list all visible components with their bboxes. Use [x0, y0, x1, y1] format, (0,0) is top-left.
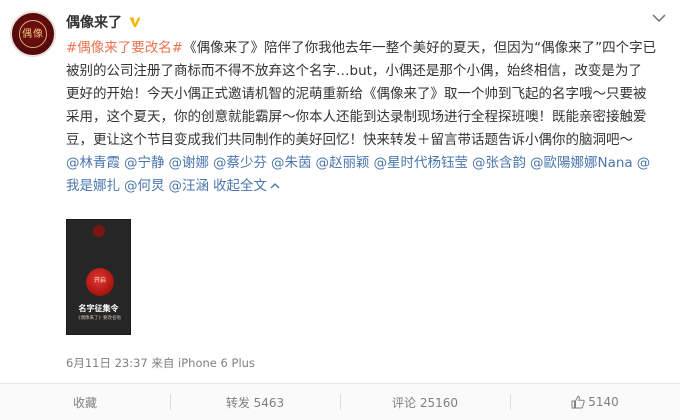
mention-link[interactable]: @汪涵 — [169, 178, 210, 194]
seal-text: 开启 — [93, 277, 106, 284]
mentions-line: @林青霞 @宁静 @谢娜 @蔡少芬 @朱茵 @赵丽颖 @星时代杨钰莹 @张含韵 @歐陽娜娜Nan… — [66, 152, 672, 175]
mention-link[interactable]: @ — [637, 155, 651, 171]
collapse-label: 收起全文 — [213, 178, 267, 194]
poster-badge-icon — [93, 225, 105, 237]
user-name[interactable]: 偶像来了 — [66, 12, 122, 32]
favorite-label: 收藏 — [72, 395, 97, 410]
thumbs-up-icon — [571, 395, 585, 409]
name-row: 偶像来了 — [66, 11, 142, 33]
action-bar: 收藏 转发 5463 评论 25160 5140 — [0, 383, 680, 420]
content-line: #偶像来了要改名#《偶像来了》陪伴了你我他去年一整个美好的夏天，但因为“偶像来了… — [66, 37, 672, 60]
avatar[interactable]: 偶像 — [10, 11, 56, 57]
mention-link[interactable]: 我是娜扎 — [66, 178, 120, 194]
repost-label: 转发 5463 — [225, 395, 285, 410]
like-button[interactable]: 5140 — [510, 384, 680, 420]
mention-link[interactable]: @何炅 — [124, 178, 165, 194]
collapse-link[interactable]: 收起全文 — [213, 178, 280, 194]
mention-link[interactable]: @朱茵 — [271, 155, 312, 171]
mention-link[interactable]: @歐陽娜娜Nana — [530, 155, 633, 171]
mention-link[interactable]: @星时代杨钰莹 — [374, 155, 469, 171]
content-line: 豆，更让这个节目变成我们共同制作的美好回忆！快来转发＋留言带话题告诉小偶你的脑洞… — [66, 132, 633, 148]
poster-title: 名字征集令 — [78, 304, 119, 313]
post-meta[interactable]: 6月11日 23:37 来自 iPhone 6 Plus — [66, 355, 255, 371]
chevron-up-icon — [270, 183, 280, 189]
like-count: 5140 — [588, 395, 619, 409]
content-text: 《偶像来了》陪伴了你我他去年一整个美好的夏天，但因为“偶像来了”四个字已 — [183, 40, 657, 56]
poster-subtitle: 《偶像来了》要改名啦 — [76, 316, 121, 321]
mention-link[interactable]: @谢娜 — [169, 155, 210, 171]
content-line: 采用，这个夏天，你的创意就能霸屏～你本人还能到达录制现场进行全程探班噢！既能亲密… — [66, 109, 647, 125]
post-content: #偶像来了要改名#《偶像来了》陪伴了你我他去年一整个美好的夏天，但因为“偶像来了… — [66, 37, 672, 198]
wax-seal-icon: 开启 — [86, 268, 114, 296]
content-line: 更好的开始！今天小偶正式邀请机智的泥萌重新给《偶像来了》取一个帅到飞起的名字哦～… — [66, 86, 647, 102]
mention-link[interactable]: @林青霞 — [66, 155, 120, 171]
verified-icon — [128, 15, 142, 29]
topic-link[interactable]: #偶像来了要改名# — [66, 40, 183, 56]
comment-button[interactable]: 评论 25160 — [340, 384, 510, 420]
post-image[interactable]: 开启 名字征集令 《偶像来了》要改名啦 — [66, 219, 131, 335]
repost-button[interactable]: 转发 5463 — [170, 384, 340, 420]
chevron-down-icon[interactable] — [652, 13, 666, 23]
mention-link[interactable]: @张含韵 — [472, 155, 526, 171]
mention-link[interactable]: @蔡少芬 — [213, 155, 267, 171]
mentions-line: 我是娜扎 @何炅 @汪涵 收起全文 — [66, 175, 672, 198]
content-line: 被别的公司注册了商标而不得不放弃这个名字…but，小偶还是那个小偶，始终相信，改… — [66, 63, 642, 79]
avatar-logo: 偶像 — [22, 29, 44, 40]
favorite-button[interactable]: 收藏 — [0, 384, 170, 420]
mention-link[interactable]: @赵丽颖 — [316, 155, 370, 171]
mention-link[interactable]: @宁静 — [124, 155, 165, 171]
comment-label: 评论 25160 — [392, 395, 458, 410]
